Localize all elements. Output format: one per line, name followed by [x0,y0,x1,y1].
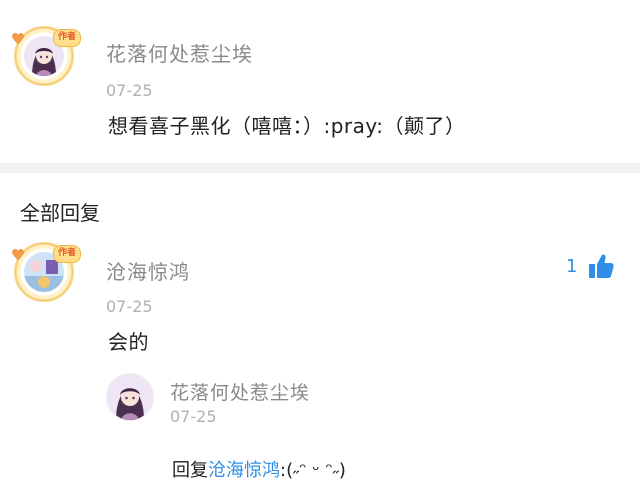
reply-author-name[interactable]: 沧海惊鸿 [106,256,190,285]
like-count: 1 [566,255,578,277]
heart-icon [12,32,24,44]
section-divider [0,163,640,173]
reply-text: :(˶ᵔ ᵕ ᵔ˶) [280,460,346,481]
thumbs-up-icon [589,254,615,278]
reply-prefix: 回复 [172,460,208,481]
post-date: 07-25 [106,81,153,100]
reply-author-avatar[interactable]: 作者 [12,242,81,302]
post-content: 想看喜子黑化（嘻嘻：）:pray:（颠了） [108,114,466,138]
avatar-image [107,374,153,420]
post-author-name[interactable]: 花落何处惹尘埃 [106,38,253,67]
author-badge: 作者 [53,245,81,263]
sub-reply-author-name[interactable]: 花落何处惹尘埃 [170,378,310,405]
reply-content: 会的 [108,330,149,354]
post-author-avatar[interactable]: 作者 [12,26,81,86]
sub-reply-content: 回复沧海惊鸿:(˶ᵔ ᵕ ᵔ˶) [172,456,346,482]
heart-icon [12,248,24,260]
like-button[interactable]: 1 [566,252,615,280]
author-badge: 作者 [53,29,81,47]
reply-date: 07-25 [106,297,153,316]
reply-target-link[interactable]: 沧海惊鸿 [208,460,280,481]
sub-reply-date: 07-25 [170,407,217,426]
sub-reply-author-avatar[interactable] [106,373,154,421]
all-replies-title: 全部回复 [20,201,100,225]
